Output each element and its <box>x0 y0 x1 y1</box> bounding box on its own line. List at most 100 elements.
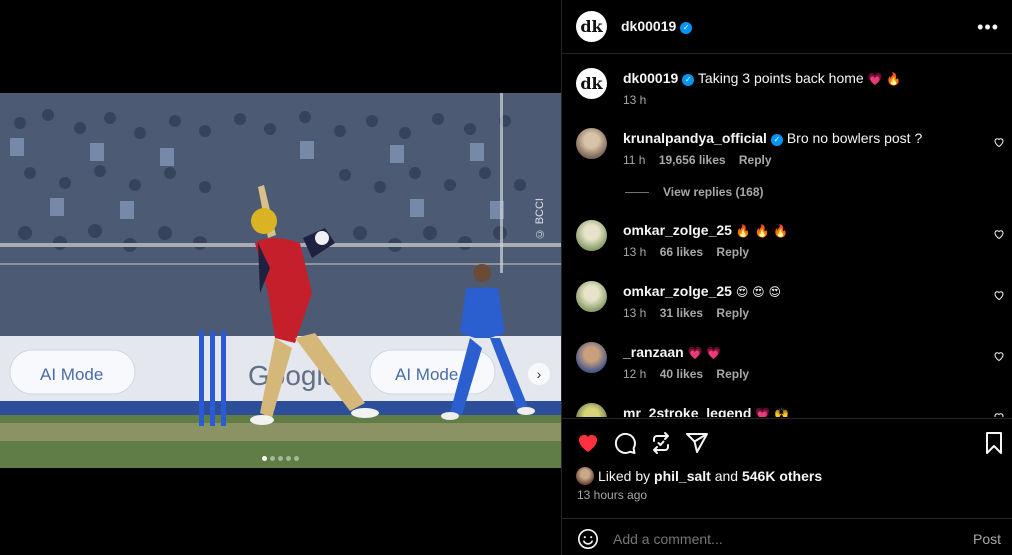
comment-text: Bro no bowlers post ? <box>786 130 923 146</box>
comment-likes[interactable]: 40 likes <box>660 367 703 381</box>
comment-item: omkar_zolge_25 😍 😍 😍 13 h 31 likes Reply <box>562 278 1012 328</box>
comment-text: 💗 💗 <box>687 346 722 360</box>
media-pane: AI Mode AI Mode Google © BCCI › <box>0 0 561 555</box>
comment-text: 🔥 🔥 🔥 <box>735 224 789 238</box>
commenter-avatar[interactable] <box>576 403 607 417</box>
comment-meta: 12 h 40 likes Reply <box>623 367 759 381</box>
more-horizontal-icon: ••• <box>977 17 999 37</box>
comment-item: _ranzaan 💗 💗 12 h 40 likes Reply <box>562 339 1012 389</box>
verified-badge-icon: ✓ <box>770 134 783 146</box>
chevron-right-icon: › <box>536 366 542 382</box>
comment-time: 12 h <box>623 367 647 381</box>
like-comment-heart-icon[interactable] <box>993 228 1005 240</box>
comment-username[interactable]: mr_2stroke_legend <box>623 405 751 417</box>
cricket-scene-image: AI Mode AI Mode Google <box>0 93 561 468</box>
comment-meta: 11 h 19,656 likes Reply <box>623 153 782 167</box>
caption-meta: 13 h <box>623 93 656 107</box>
comment-meta: 13 h 66 likes Reply <box>623 245 759 259</box>
comment-icon[interactable] <box>613 431 637 455</box>
comment-username[interactable]: omkar_zolge_25 <box>623 283 732 299</box>
carousel-dots <box>0 448 561 466</box>
post-header: dk dk00019 ✓ ••• <box>562 0 1012 54</box>
save-bookmark-icon[interactable] <box>982 431 1006 455</box>
author-username: dk00019 <box>621 18 677 34</box>
caption-username[interactable]: dk00019 <box>623 70 678 86</box>
carousel-dot <box>270 456 275 461</box>
comment-likes[interactable]: 19,656 likes <box>659 153 726 167</box>
post-side-panel: dk dk00019 ✓ ••• dk dk00019 ✓ Taking 3 poi… <box>561 0 1012 555</box>
comment-username[interactable]: omkar_zolge_25 <box>623 222 732 238</box>
caption-time: 13 h <box>623 93 647 107</box>
add-comment-input[interactable] <box>613 531 933 547</box>
liked-by-line: Liked by phil_salt and 546K others <box>576 467 822 485</box>
like-comment-heart-icon[interactable] <box>993 289 1005 301</box>
comment-meta: 13 h 31 likes Reply <box>623 306 759 320</box>
comment-item: mr_2stroke_legend 💗 🙌 <box>562 400 1012 417</box>
like-comment-heart-icon[interactable] <box>993 136 1005 148</box>
caption-author-avatar[interactable]: dk <box>576 68 607 99</box>
commenter-avatar[interactable] <box>576 128 607 159</box>
liked-by-and: and <box>714 468 739 484</box>
comment-likes[interactable]: 31 likes <box>660 306 703 320</box>
share-icon[interactable] <box>685 431 709 455</box>
carousel-dot <box>262 456 267 461</box>
caption-text: Taking 3 points back home <box>697 70 864 86</box>
comment-item: omkar_zolge_25 🔥 🔥 🔥 13 h 66 likes Reply <box>562 217 1012 267</box>
more-options-button[interactable]: ••• <box>977 17 999 38</box>
comment-text-line: _ranzaan 💗 💗 <box>623 344 721 360</box>
post-timestamp[interactable]: 13 hours ago <box>577 488 647 502</box>
comment-text: 😍 😍 😍 <box>735 285 782 299</box>
carousel-next-button[interactable]: › <box>528 363 550 385</box>
author-avatar[interactable]: dk <box>576 11 607 42</box>
comment-likes[interactable]: 66 likes <box>660 245 703 259</box>
comments-list[interactable]: dk dk00019 ✓ Taking 3 points back home 💗 … <box>562 55 1012 417</box>
author-username-link[interactable]: dk00019 ✓ <box>621 18 693 34</box>
comment-time: 13 h <box>623 306 647 320</box>
comment-text: 💗 🙌 <box>755 407 789 417</box>
view-replies-label: View replies (168) <box>663 185 764 199</box>
svg-text:AI Mode: AI Mode <box>40 365 103 384</box>
liked-by-user[interactable]: phil_salt <box>654 468 711 484</box>
caption-emoji: 💗 🔥 <box>867 72 902 86</box>
liked-by-prefix: Liked by <box>598 468 651 484</box>
comment-text-line: omkar_zolge_25 🔥 🔥 🔥 <box>623 222 788 238</box>
comment-time: 11 h <box>623 153 646 167</box>
emoji-smiley-icon[interactable] <box>577 528 599 550</box>
post-action-bar <box>562 418 1012 466</box>
comment-username[interactable]: _ranzaan <box>623 344 684 360</box>
reply-button[interactable]: Reply <box>739 153 772 167</box>
like-comment-heart-icon[interactable] <box>993 350 1005 362</box>
comment-text-line: krunalpandya_official ✓ Bro no bowlers po… <box>623 130 922 146</box>
commenter-avatar[interactable] <box>576 281 607 312</box>
bcci-watermark: © BCCI <box>534 198 546 240</box>
reply-button[interactable]: Reply <box>716 245 749 259</box>
likes-count[interactable]: 546K others <box>742 468 822 484</box>
carousel-dot <box>286 456 291 461</box>
comment-text-line: omkar_zolge_25 😍 😍 😍 <box>623 283 781 299</box>
like-heart-icon[interactable] <box>576 431 600 455</box>
commenter-avatar[interactable] <box>576 220 607 251</box>
comment-item: krunalpandya_official ✓ Bro no bowlers po… <box>562 125 1012 175</box>
like-comment-heart-icon[interactable] <box>993 411 1005 417</box>
carousel-dot <box>278 456 283 461</box>
caption-text-line: dk00019 ✓ Taking 3 points back home 💗 🔥 <box>623 70 901 86</box>
liked-by-avatar[interactable] <box>576 467 594 485</box>
post-photo[interactable]: AI Mode AI Mode Google © BCCI › <box>0 93 561 468</box>
svg-text:AI Mode: AI Mode <box>395 365 458 384</box>
verified-badge-icon: ✓ <box>680 22 693 34</box>
post-caption: dk dk00019 ✓ Taking 3 points back home 💗 … <box>562 55 1012 110</box>
avatar-text: dk <box>580 74 603 93</box>
repost-icon[interactable] <box>649 431 673 455</box>
reply-button[interactable]: Reply <box>716 367 749 381</box>
commenter-avatar[interactable] <box>576 342 607 373</box>
carousel-dot <box>294 456 299 461</box>
view-replies-button[interactable]: View replies (168) <box>625 185 764 199</box>
avatar-text: dk <box>580 17 603 36</box>
post-comment-button[interactable]: Post <box>973 531 1001 547</box>
verified-badge-icon: ✓ <box>682 74 695 86</box>
replies-divider-line <box>625 192 649 194</box>
comment-username[interactable]: krunalpandya_official <box>623 130 767 146</box>
reply-button[interactable]: Reply <box>716 306 749 320</box>
comment-time: 13 h <box>623 245 647 259</box>
comment-text-line: mr_2stroke_legend 💗 🙌 <box>623 405 789 417</box>
